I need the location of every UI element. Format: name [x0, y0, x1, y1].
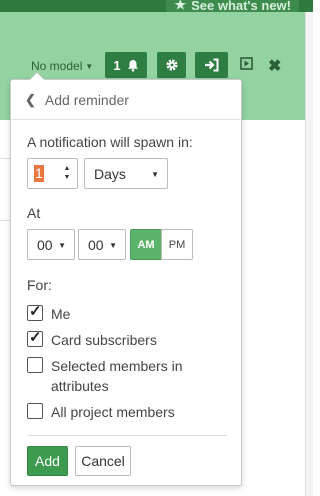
checkbox-all-project-members[interactable]: [27, 403, 43, 419]
dropdown-arrow-icon: ▼: [58, 241, 66, 250]
spawn-label: A notification will spawn in:: [27, 134, 193, 150]
checkmark-icon: ✓: [29, 303, 42, 320]
model-select-label: No model: [31, 59, 83, 73]
spin-up-icon[interactable]: ▲: [64, 164, 71, 173]
minute-select[interactable]: 00 ▼: [78, 229, 126, 260]
play-icon: [240, 57, 253, 70]
unit-value: Days: [94, 165, 126, 182]
minute-value: 00: [88, 236, 104, 253]
whats-new-label: See what's new!: [191, 0, 291, 13]
checkbox-selected-members[interactable]: [27, 357, 43, 373]
pm-toggle[interactable]: PM: [161, 229, 193, 260]
recipient-label: All project members: [51, 404, 175, 420]
hour-select[interactable]: 00 ▼: [27, 229, 75, 260]
spinner-arrows[interactable]: ▲ ▼: [61, 164, 73, 182]
login-icon: [205, 58, 219, 72]
add-button[interactable]: Add: [27, 446, 68, 476]
popup-title: Add reminder: [44, 91, 129, 108]
for-label: For:: [27, 277, 52, 293]
close-icon[interactable]: ✖: [268, 56, 281, 76]
add-reminder-popup: ❮ Add reminder A notification will spawn…: [10, 72, 242, 486]
header-controls: No model ▼ 1 ✖: [0, 52, 305, 82]
recipient-all-project-members[interactable]: All project members: [27, 402, 175, 422]
back-chevron-icon[interactable]: ❮: [25, 92, 36, 108]
recipient-me[interactable]: ✓ Me: [27, 303, 71, 324]
popup-arrow: [29, 72, 45, 80]
dropdown-arrow-icon: ▼: [109, 241, 117, 250]
caret-down-icon: ▼: [85, 61, 94, 71]
recipient-label: Me: [51, 306, 71, 322]
recipient-card-subscribers[interactable]: ✓ Card subscribers: [27, 329, 157, 350]
gear-icon: [165, 59, 178, 71]
hour-value: 00: [37, 236, 53, 253]
popup-header: ❮ Add reminder: [11, 80, 241, 120]
amount-input[interactable]: 1 ▲ ▼: [27, 158, 78, 189]
checkbox-me[interactable]: ✓: [27, 303, 43, 321]
bell-icon: [127, 59, 138, 72]
recipient-selected-members[interactable]: Selected members in attributes: [27, 356, 207, 396]
divider: [27, 435, 227, 436]
settings-button[interactable]: [157, 52, 186, 78]
unit-select[interactable]: Days ▼: [84, 158, 168, 189]
right-scroll-panel: [305, 12, 313, 496]
checkmark-icon: ✓: [29, 329, 42, 346]
reminder-count: 1: [113, 57, 121, 73]
cancel-button[interactable]: Cancel: [75, 446, 131, 476]
amount-value: 1: [34, 165, 44, 182]
checkbox-card-subscribers[interactable]: ✓: [27, 329, 43, 347]
am-toggle[interactable]: AM: [130, 229, 162, 260]
play-button[interactable]: [240, 57, 253, 73]
login-button[interactable]: [195, 52, 228, 78]
reminders-button[interactable]: 1: [105, 52, 147, 78]
model-select[interactable]: No model ▼: [31, 59, 93, 73]
spin-down-icon[interactable]: ▼: [64, 173, 71, 182]
at-label: At: [27, 205, 41, 221]
recipient-label: Selected members in attributes: [51, 358, 183, 394]
recipient-label: Card subscribers: [51, 332, 157, 348]
dropdown-arrow-icon: ▼: [151, 170, 159, 179]
